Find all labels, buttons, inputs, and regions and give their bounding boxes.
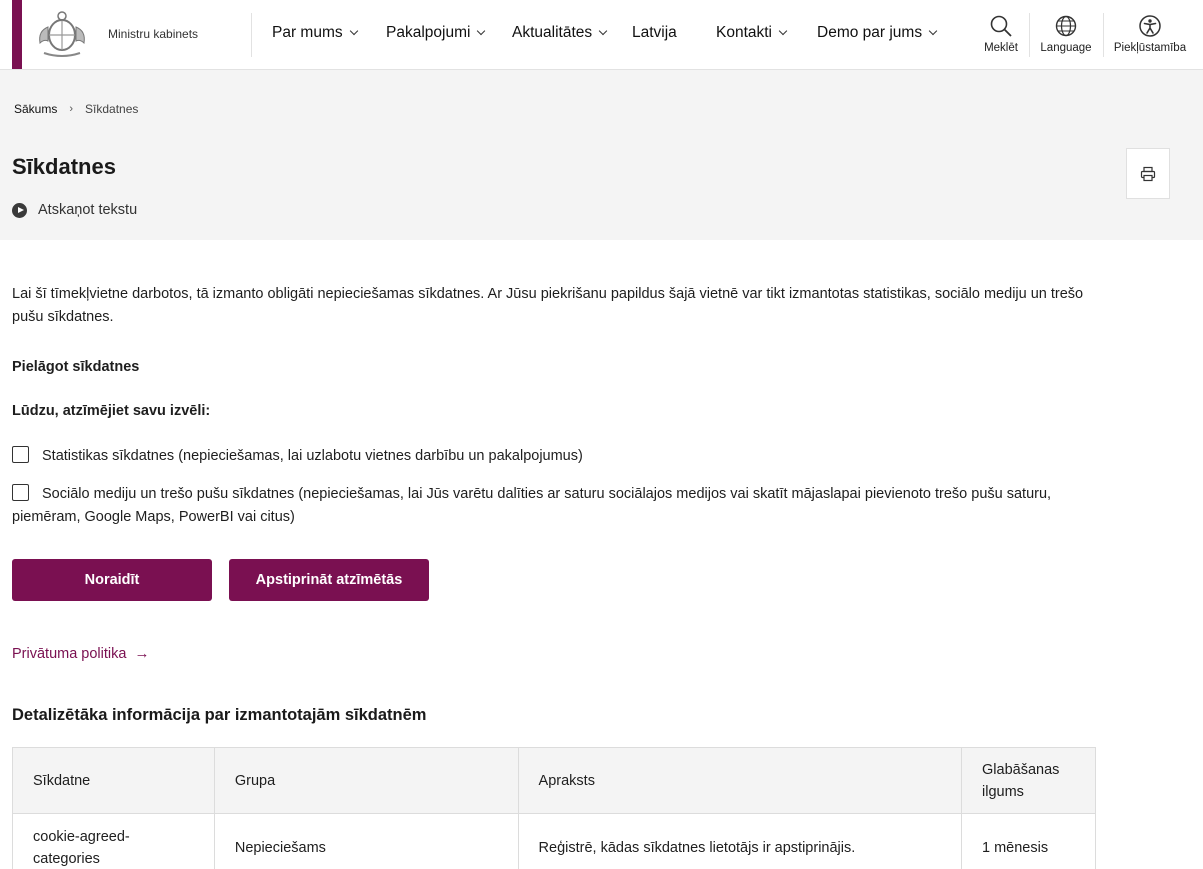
globe-icon	[1055, 15, 1077, 37]
brand-accent-bar	[12, 0, 22, 69]
social-cookies-option[interactable]: Sociālo mediju un trešo pušu sīkdatnes (…	[12, 483, 1072, 529]
page-title: Sīkdatnes	[12, 154, 116, 179]
play-icon	[12, 202, 27, 218]
privacy-policy-link[interactable]: Privātuma politika →	[12, 645, 149, 662]
statistics-cookies-option[interactable]: Statistikas sīkdatnes (nepieciešamas, la…	[12, 445, 1072, 468]
arrow-right-icon: →	[134, 645, 150, 662]
accessibility-icon	[1139, 15, 1161, 37]
statistics-cookies-checkbox[interactable]	[12, 446, 29, 463]
nav-item-kontakti[interactable]: Kontakti	[716, 24, 788, 42]
listen-text-button[interactable]: Atskaņot tekstu	[12, 202, 137, 218]
printer-icon	[1140, 166, 1156, 181]
column-header-retention: Glabāšanas ilgums	[961, 747, 1096, 814]
site-header: Ministru kabinets Par mums Pakalpojumi A…	[0, 0, 1203, 70]
details-heading: Detalizētāka informācija par izmantotajā…	[12, 706, 427, 724]
cookie-table: Sīkdatne Grupa Apraksts Glabāšanas ilgum…	[12, 747, 1096, 869]
breadcrumb-separator: ›	[69, 103, 74, 115]
nav-item-latvija[interactable]: Latvija	[632, 24, 677, 42]
chevron-down-icon	[598, 26, 608, 36]
chevron-down-icon	[349, 26, 358, 36]
nav-item-aktualitates[interactable]: Aktualitātes	[512, 24, 608, 42]
cell-retention: 1 mēnesis	[961, 813, 1096, 869]
brand-name[interactable]: Ministru kabinets	[108, 27, 198, 41]
tool-divider	[1029, 13, 1030, 57]
column-header-cookie: Sīkdatne	[12, 747, 215, 814]
breadcrumb-home-link[interactable]: Sākums	[14, 102, 57, 116]
cell-group: Nepieciešams	[213, 813, 519, 869]
page-hero: Sākums › Sīkdatnes Sīkdatnes Atskaņot te…	[0, 70, 1203, 240]
breadcrumb-current: Sīkdatnes	[85, 102, 139, 116]
print-button[interactable]	[1126, 148, 1170, 199]
approve-selected-button[interactable]: Apstiprināt atzīmētās	[229, 559, 429, 601]
search-icon	[990, 15, 1012, 37]
table-row: cookie-agreed-categories Nepieciešams Re…	[12, 813, 1096, 869]
language-button[interactable]: Language	[1034, 14, 1098, 58]
breadcrumb: Sākums › Sīkdatnes	[14, 102, 138, 116]
column-header-description: Apraksts	[517, 747, 963, 814]
table-header-row: Sīkdatne Grupa Apraksts Glabāšanas ilgum…	[12, 747, 1096, 814]
coat-of-arms-logo[interactable]	[34, 9, 90, 59]
column-header-group: Grupa	[213, 747, 519, 814]
intro-text: Lai šī tīmekļvietne darbotos, tā izmanto…	[12, 286, 1084, 325]
nav-item-par-mums[interactable]: Par mums	[272, 24, 358, 42]
reject-button[interactable]: Noraidīt	[12, 559, 212, 601]
nav-item-pakalpojumi[interactable]: Pakalpojumi	[386, 24, 486, 42]
social-cookies-checkbox[interactable]	[12, 484, 29, 501]
accessibility-button[interactable]: Piekļūstamība	[1108, 14, 1192, 58]
chevron-down-icon	[928, 26, 938, 36]
chevron-down-icon	[477, 26, 486, 36]
choose-heading: Lūdzu, atzīmējiet savu izvēli:	[12, 403, 211, 419]
customize-heading: Pielāgot sīkdatnes	[12, 359, 140, 375]
cell-cookie-name: cookie-agreed-categories	[12, 813, 215, 869]
nav-item-demo-par-jums[interactable]: Demo par jums	[817, 24, 938, 42]
cell-description: Reģistrē, kādas sīkdatnes lietotājs ir a…	[517, 813, 963, 869]
tool-divider	[1103, 13, 1104, 57]
header-divider	[251, 13, 252, 57]
chevron-down-icon	[778, 26, 788, 36]
search-button[interactable]: Meklēt	[978, 14, 1024, 58]
